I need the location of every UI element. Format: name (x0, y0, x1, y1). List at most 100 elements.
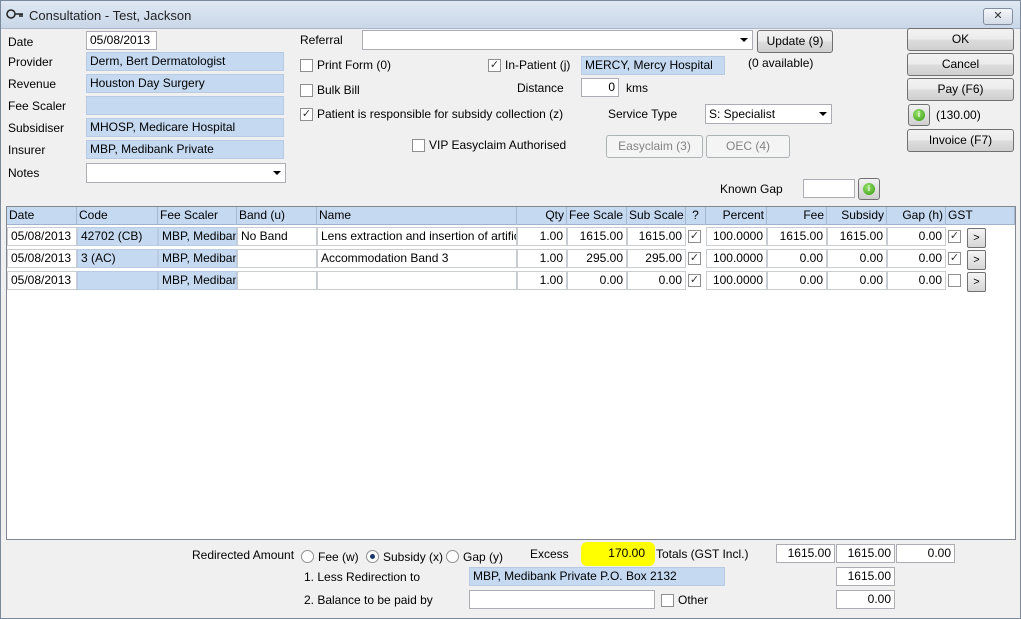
cell-fee[interactable]: 0.00 (767, 249, 827, 268)
cell-name[interactable]: Accommodation Band 3 (317, 249, 517, 268)
cancel-button[interactable]: Cancel (907, 53, 1014, 76)
cell-fee-scale[interactable]: 0.00 (567, 271, 627, 290)
easyclaim-button[interactable]: Easyclaim (3) (606, 135, 703, 158)
patient-responsible-checkbox[interactable]: ✓ (300, 108, 313, 121)
in-patient-checkbox[interactable]: ✓ (488, 59, 501, 72)
grid-header: Date Code Fee Scaler Band (u) Name Qty F… (7, 207, 1015, 225)
bulk-bill-checkbox[interactable] (300, 84, 313, 97)
referral-dropdown[interactable] (362, 30, 753, 50)
other-checkbox[interactable] (661, 594, 674, 607)
pay-info-button[interactable]: i (908, 104, 930, 126)
cell-fee-scale[interactable]: 1615.00 (567, 227, 627, 246)
cell-date[interactable]: 05/08/2013 (7, 271, 77, 290)
cell-gap[interactable]: 0.00 (887, 249, 946, 268)
balance-label: 2. Balance to be paid by (304, 593, 433, 607)
distance-field[interactable]: 0 (581, 78, 619, 97)
close-button[interactable]: ✕ (983, 8, 1013, 25)
cell-fee-scaler[interactable]: MBP, Medibank (158, 227, 237, 246)
update-button[interactable]: Update (9) (757, 30, 833, 53)
subsidy-radio[interactable] (366, 550, 379, 563)
cell-fee[interactable]: 1615.00 (767, 227, 827, 246)
column-header-question[interactable]: ? (686, 207, 706, 225)
column-header-gap[interactable]: Gap (h) (887, 207, 946, 225)
column-header-percent[interactable]: Percent (706, 207, 767, 225)
cell-date[interactable]: 05/08/2013 (7, 227, 77, 246)
cell-subsidy[interactable]: 0.00 (827, 271, 887, 290)
balance-payer-field[interactable] (469, 590, 655, 609)
cell-gst-checkbox[interactable]: ✓ (948, 252, 961, 265)
vip-checkbox[interactable] (412, 139, 425, 152)
cell-code[interactable] (77, 271, 158, 290)
cell-percent[interactable]: 100.0000 (706, 227, 767, 246)
cell-gap[interactable]: 0.00 (887, 227, 946, 246)
column-header-date[interactable]: Date (7, 207, 77, 225)
total-gap-field: 0.00 (896, 544, 955, 563)
service-type-value: S: Specialist (709, 107, 776, 121)
column-header-band[interactable]: Band (u) (237, 207, 317, 225)
provider-field[interactable]: Derm, Bert Dermatologist (86, 52, 284, 71)
redirection-field[interactable]: MBP, Medibank Private P.O. Box 2132 (469, 567, 725, 586)
bulk-bill-label: Bulk Bill (317, 83, 360, 97)
cell-sub-scale[interactable]: 1615.00 (627, 227, 686, 246)
column-header-fee-scaler[interactable]: Fee Scaler (158, 207, 237, 225)
fee-scaler-label: Fee Scaler (8, 99, 67, 113)
cell-date[interactable]: 05/08/2013 (7, 249, 77, 268)
cell-code[interactable]: 3 (AC) (77, 249, 158, 268)
cell-sub-scale[interactable]: 0.00 (627, 271, 686, 290)
column-header-gst[interactable]: GST (946, 207, 1015, 225)
insurer-field[interactable]: MBP, Medibank Private (86, 140, 284, 159)
pay-button[interactable]: Pay (F6) (907, 78, 1014, 101)
column-header-code[interactable]: Code (77, 207, 158, 225)
column-header-qty[interactable]: Qty (517, 207, 567, 225)
column-header-fee[interactable]: Fee (767, 207, 827, 225)
cell-qty[interactable]: 1.00 (517, 249, 567, 268)
cell-subsidy[interactable]: 0.00 (827, 249, 887, 268)
fee-radio[interactable] (301, 550, 314, 563)
oec-button[interactable]: OEC (4) (706, 135, 790, 158)
service-type-dropdown[interactable]: S: Specialist (705, 104, 832, 124)
known-gap-field[interactable] (803, 179, 855, 198)
cell-fee-scale[interactable]: 295.00 (567, 249, 627, 268)
column-header-subsidy[interactable]: Subsidy (827, 207, 887, 225)
column-header-name[interactable]: Name (317, 207, 517, 225)
cell-band[interactable] (237, 249, 317, 268)
gap-radio[interactable] (446, 550, 459, 563)
cell-qty[interactable]: 1.00 (517, 227, 567, 246)
print-form-checkbox[interactable] (300, 59, 313, 72)
cell-percent[interactable]: 100.0000 (706, 271, 767, 290)
subsidiser-field[interactable]: MHOSP, Medicare Hospital (86, 118, 284, 137)
ok-button[interactable]: OK (907, 28, 1014, 51)
cell-band[interactable]: No Band (237, 227, 317, 246)
fee-scaler-field[interactable] (86, 96, 284, 115)
known-gap-info-button[interactable]: i (858, 178, 880, 200)
row-detail-button[interactable]: > (967, 250, 986, 270)
cell-percent[interactable]: 100.0000 (706, 249, 767, 268)
row-detail-button[interactable]: > (967, 228, 986, 248)
cell-gap[interactable]: 0.00 (887, 271, 946, 290)
cell-fee[interactable]: 0.00 (767, 271, 827, 290)
cell-sub-scale[interactable]: 295.00 (627, 249, 686, 268)
cell-name[interactable]: Lens extraction and insertion of artific… (317, 227, 517, 246)
cell-fee-scaler[interactable]: MBP, Medibank (158, 271, 237, 290)
column-header-sub-scale[interactable]: Sub Scale (627, 207, 686, 225)
cell-fee-scaler[interactable]: MBP, Medibank (158, 249, 237, 268)
row-detail-button[interactable]: > (967, 272, 986, 292)
cell-name[interactable] (317, 271, 517, 290)
hospital-field[interactable]: MERCY, Mercy Hospital (581, 56, 725, 75)
cell-gst-checkbox[interactable] (948, 274, 961, 287)
cell-question-checkbox[interactable]: ✓ (688, 230, 701, 243)
notes-dropdown[interactable] (86, 163, 286, 183)
cell-qty[interactable]: 1.00 (517, 271, 567, 290)
cell-subsidy[interactable]: 1615.00 (827, 227, 887, 246)
date-field[interactable]: 05/08/2013 (86, 31, 157, 50)
revenue-field[interactable]: Houston Day Surgery (86, 74, 284, 93)
cell-band[interactable] (237, 271, 317, 290)
cell-question-checkbox[interactable]: ✓ (688, 252, 701, 265)
cell-gst-checkbox[interactable]: ✓ (948, 230, 961, 243)
cell-question-checkbox[interactable]: ✓ (688, 274, 701, 287)
title-bar: Consultation - Test, Jackson ✕ (1, 1, 1020, 29)
excess-field[interactable]: 170.00 (585, 544, 649, 563)
cell-code[interactable]: 42702 (CB) (77, 227, 158, 246)
invoice-button[interactable]: Invoice (F7) (907, 129, 1014, 152)
column-header-fee-scale[interactable]: Fee Scale (567, 207, 627, 225)
